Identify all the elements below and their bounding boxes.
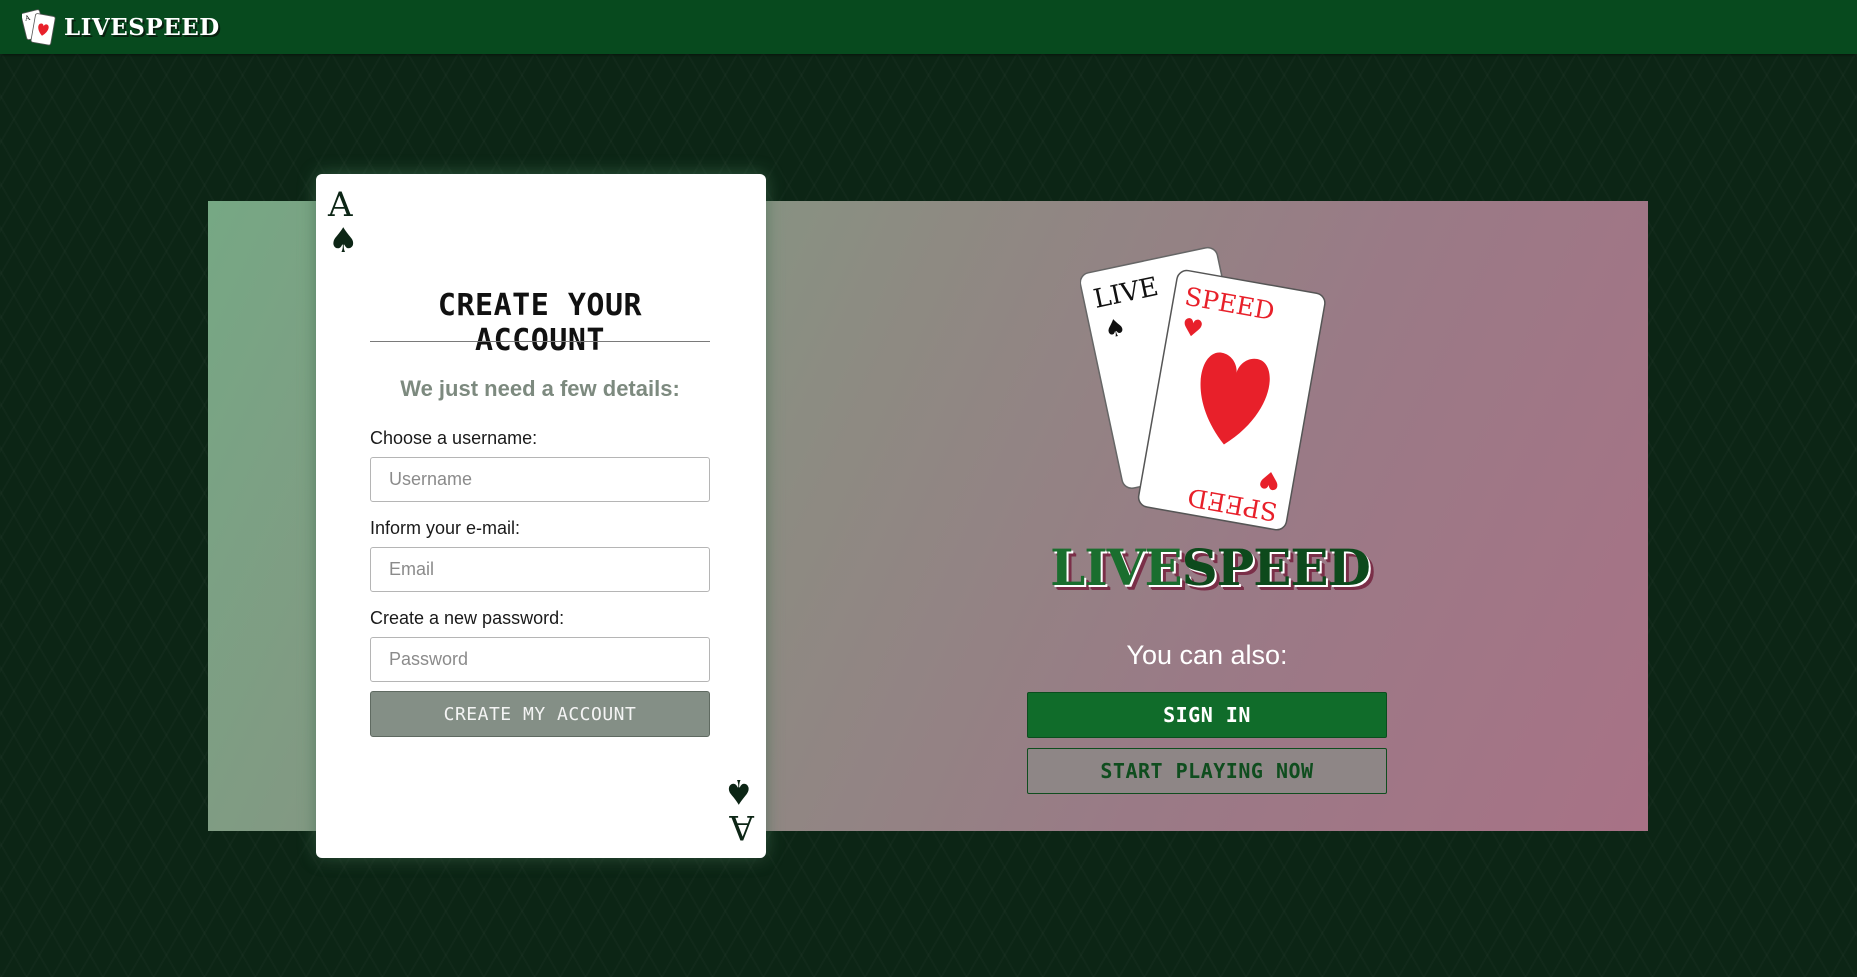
- card-corner-top: A ♠: [328, 185, 359, 261]
- form-subtitle: We just need a few details:: [400, 376, 680, 401]
- card-corner-bottom: A ♠: [723, 771, 754, 847]
- card-rank: A: [328, 185, 353, 225]
- brand-logo[interactable]: A LIVESPEED: [22, 6, 220, 48]
- logo-word-speed: SPEED: [1181, 538, 1371, 597]
- logo-word-live: LIVE: [1050, 538, 1182, 597]
- email-input[interactable]: [370, 547, 710, 592]
- logo-wordmark: LIVESPEED: [1040, 540, 1380, 596]
- create-account-button[interactable]: CREATE MY ACCOUNT: [370, 691, 710, 737]
- playing-cards-icon: A: [22, 9, 56, 46]
- livespeed-logo-cards: LIVE ♠ SPEED ♥ SPEED ♥: [1080, 246, 1326, 531]
- top-bar: A LIVESPEED: [0, 0, 1857, 54]
- password-label: Create a new password:: [370, 608, 565, 628]
- sign-in-button[interactable]: SIGN IN: [1027, 692, 1387, 738]
- signup-card: A ♠ CREATE YOUR ACCOUNT We just need a f…: [316, 174, 766, 858]
- email-label: Inform your e-mail:: [370, 518, 521, 538]
- title-divider: [370, 341, 710, 342]
- form-title: CREATE YOUR ACCOUNT: [437, 288, 643, 358]
- username-label: Choose a username:: [370, 428, 538, 448]
- alternatives-text: You can also:: [1126, 640, 1288, 670]
- card-rank-bottom: A: [729, 807, 754, 847]
- spade-icon: ♠: [328, 221, 359, 261]
- spade-icon: ♠: [723, 771, 754, 811]
- start-playing-button[interactable]: START PLAYING NOW: [1027, 748, 1387, 794]
- password-input[interactable]: [370, 637, 710, 682]
- username-input[interactable]: [370, 457, 710, 502]
- brand-name: LIVESPEED: [64, 13, 220, 41]
